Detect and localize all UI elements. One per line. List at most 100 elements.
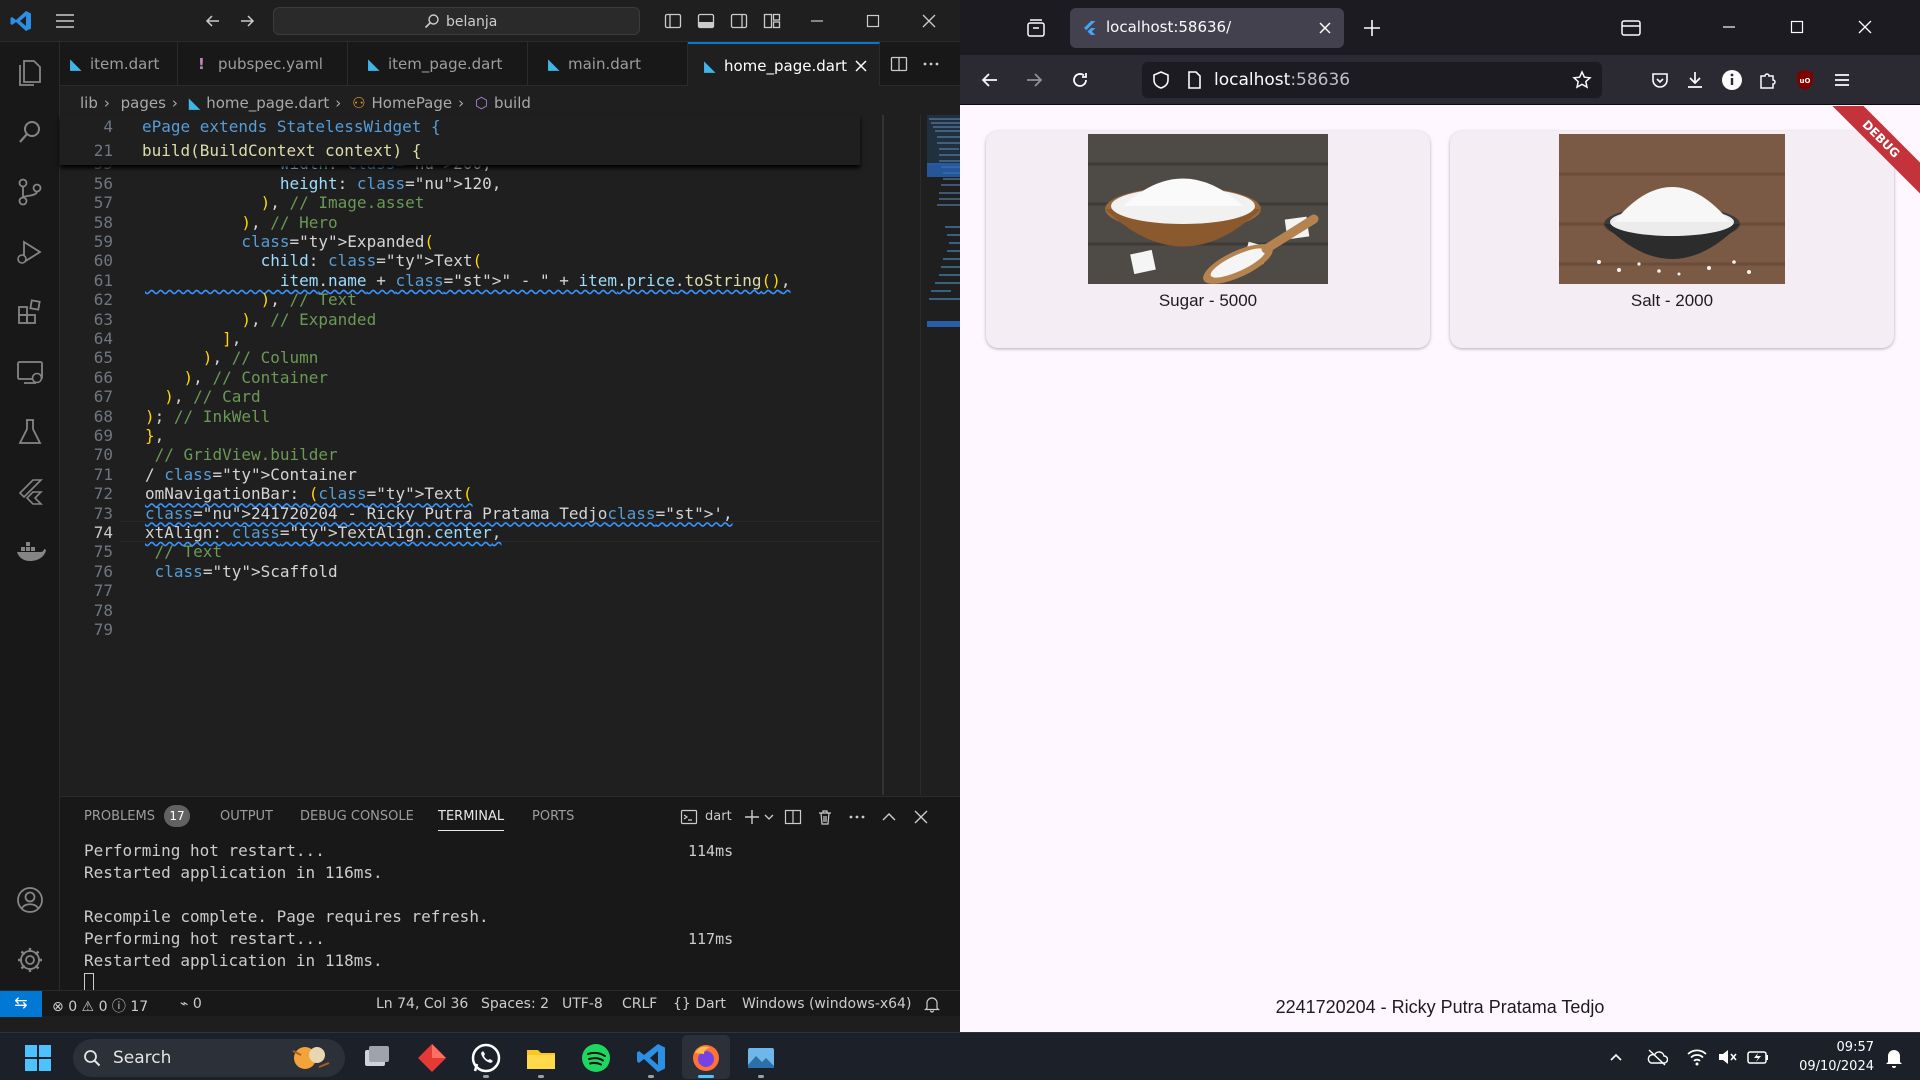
system-clock[interactable]: 09:57 09/10/2024	[1786, 1038, 1874, 1076]
shield-icon[interactable]	[1152, 70, 1170, 90]
firefox-view-icon[interactable]	[1025, 17, 1047, 39]
downloads-icon[interactable]	[1685, 70, 1705, 90]
spotify-icon[interactable]	[579, 1041, 613, 1075]
chevron-down-icon[interactable]	[763, 811, 775, 823]
accounts-icon[interactable]	[12, 882, 48, 918]
menu-icon[interactable]	[55, 13, 75, 29]
tab-pubspec-yaml[interactable]: ! pubspec.yaml	[178, 42, 348, 86]
close-tab-icon[interactable]	[854, 59, 868, 73]
minimize-icon[interactable]	[1720, 18, 1738, 36]
panel-tab-ports[interactable]: PORTS	[532, 809, 574, 824]
breadcrumb-pages[interactable]: pages	[121, 94, 166, 112]
bookmark-star-icon[interactable]	[1572, 70, 1592, 90]
close-window-icon[interactable]	[920, 12, 938, 30]
breadcrumb-file[interactable]: home_page.dart	[206, 94, 329, 112]
terminal-name[interactable]: dart	[705, 809, 732, 824]
panel-tab-terminal[interactable]: TERMINAL	[438, 809, 505, 831]
minimize-icon[interactable]	[808, 12, 826, 30]
remote-indicator-icon[interactable]: ⇆	[0, 991, 42, 1017]
encoding-status[interactable]: UTF-8	[562, 996, 603, 1012]
whatsapp-icon[interactable]	[469, 1041, 503, 1075]
docker-icon[interactable]	[12, 534, 48, 570]
customize-layout-icon[interactable]	[763, 12, 781, 30]
ublock-origin-icon[interactable]: uO	[1794, 69, 1816, 91]
app-red-diamond-icon[interactable]	[415, 1041, 449, 1075]
wifi-icon[interactable]	[1686, 1047, 1708, 1067]
explorer-icon[interactable]	[12, 54, 48, 90]
source-control-icon[interactable]	[12, 174, 48, 210]
file-explorer-icon[interactable]	[524, 1041, 558, 1075]
list-all-tabs-icon[interactable]	[1620, 18, 1642, 38]
extensions-icon[interactable]	[12, 294, 48, 330]
new-terminal-plus-icon[interactable]	[743, 808, 761, 826]
forward-arrow-icon[interactable]	[1024, 70, 1044, 90]
maximize-icon[interactable]	[864, 12, 882, 30]
split-editor-icon[interactable]	[890, 55, 908, 73]
settings-gear-icon[interactable]	[12, 942, 48, 978]
tab-main-dart[interactable]: ◣ main.dart	[528, 42, 688, 86]
hamburger-menu-icon[interactable]	[1832, 70, 1852, 90]
volume-muted-icon[interactable]	[1716, 1047, 1738, 1067]
minimap[interactable]	[920, 115, 960, 795]
chevron-up-icon[interactable]	[880, 808, 898, 826]
onedrive-offline-icon[interactable]	[1646, 1047, 1668, 1067]
panel-tab-output[interactable]: OUTPUT	[220, 809, 273, 824]
extensions-puzzle-icon[interactable]	[1758, 70, 1778, 90]
indentation-status[interactable]: Spaces: 2	[481, 996, 549, 1012]
terminal-cursor[interactable]	[84, 973, 94, 991]
command-center-search[interactable]: belanja	[273, 7, 640, 35]
notifications-bell-icon[interactable]	[924, 995, 940, 1013]
photos-icon[interactable]	[744, 1041, 778, 1075]
code-editor[interactable]: 54 item.image_url,55 width: class="nu">2…	[60, 115, 960, 795]
cursor-position[interactable]: Ln 74, Col 36	[376, 996, 468, 1012]
panel-tab-debug-console[interactable]: DEBUG CONSOLE	[300, 809, 414, 824]
trash-icon[interactable]	[816, 808, 834, 826]
device-status[interactable]: Windows (windows-x64)	[742, 996, 911, 1012]
breadcrumb-class[interactable]: HomePage	[372, 94, 453, 112]
chevron-up-icon[interactable]	[1608, 1049, 1624, 1065]
close-panel-icon[interactable]	[912, 808, 930, 826]
product-card-sugar[interactable]: Sugar - 5000	[986, 131, 1430, 348]
tab-item-dart[interactable]: ◣ item.dart	[60, 42, 178, 86]
reload-icon[interactable]	[1070, 70, 1090, 90]
browser-tab-active[interactable]: localhost:58636/	[1070, 8, 1344, 48]
split-terminal-icon[interactable]	[784, 808, 802, 826]
breadcrumb-method[interactable]: build	[494, 94, 531, 112]
new-tab-plus-icon[interactable]	[1362, 18, 1382, 38]
tab-item-page-dart[interactable]: ◣ item_page.dart	[348, 42, 528, 86]
ports-status[interactable]: ⌁ 0	[180, 996, 202, 1012]
notification-bell-icon[interactable]	[1884, 1047, 1904, 1069]
page-info-icon[interactable]	[1186, 70, 1202, 90]
more-actions-icon[interactable]	[848, 808, 866, 826]
vscode-taskbar-icon[interactable]	[634, 1041, 668, 1075]
forward-arrow-icon[interactable]	[238, 12, 256, 30]
panel-tab-problems[interactable]: PROBLEMS	[84, 809, 155, 824]
url-bar[interactable]: localhost:58636	[1142, 62, 1602, 98]
toggle-secondary-sidebar-icon[interactable]	[730, 12, 748, 30]
close-window-icon[interactable]	[1856, 18, 1874, 36]
close-tab-icon[interactable]	[1318, 21, 1332, 35]
maximize-icon[interactable]	[1788, 18, 1806, 36]
more-actions-icon[interactable]	[922, 55, 940, 73]
taskbar-search[interactable]: Search	[73, 1039, 345, 1077]
tab-home-page-dart[interactable]: ◣ home_page.dart	[688, 42, 880, 86]
windows-start-icon[interactable]	[24, 1044, 52, 1072]
back-arrow-icon[interactable]	[204, 12, 222, 30]
flutter-icon[interactable]	[12, 474, 48, 510]
errors-status[interactable]: ⊗ 0 ⚠ 0 ⓘ 17	[52, 996, 148, 1016]
search-sidebar-icon[interactable]	[12, 114, 48, 150]
toggle-primary-sidebar-icon[interactable]	[664, 12, 682, 30]
pocket-icon[interactable]	[1650, 70, 1670, 90]
breadcrumb-lib[interactable]: lib	[80, 94, 98, 112]
battery-charging-icon[interactable]	[1746, 1047, 1770, 1067]
language-status[interactable]: {} Dart	[673, 996, 726, 1012]
product-card-salt[interactable]: Salt - 2000	[1450, 131, 1894, 348]
toggle-panel-icon[interactable]	[697, 12, 715, 30]
eol-status[interactable]: CRLF	[622, 996, 657, 1012]
remote-explorer-icon[interactable]	[12, 354, 48, 390]
task-view-icon[interactable]	[360, 1041, 394, 1075]
firefox-taskbar-icon[interactable]	[689, 1041, 723, 1075]
run-debug-icon[interactable]	[12, 234, 48, 270]
info-extension-icon[interactable]	[1721, 69, 1743, 91]
back-arrow-icon[interactable]	[980, 70, 1000, 90]
